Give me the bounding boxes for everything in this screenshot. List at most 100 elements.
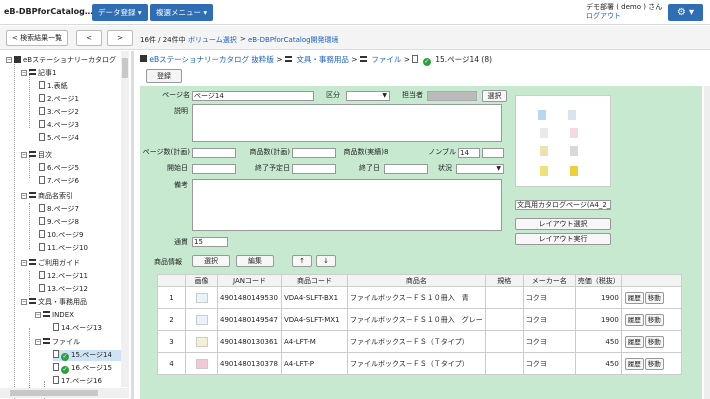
status-select[interactable]: ▼ — [456, 164, 504, 174]
layout-select-button[interactable]: レイアウト選択 — [515, 218, 611, 230]
maker-name: コクヨ — [522, 352, 576, 375]
tree-item[interactable]: 10.ページ9 — [39, 230, 83, 241]
start-date-label: 開始日 — [167, 164, 188, 172]
move-button[interactable]: 移動 — [644, 291, 664, 304]
table-row[interactable]: 4 4901480130378 A4-LFT-P ファイルボックス－ＦＳ（Ｔタイ… — [157, 352, 682, 375]
breadcrumb-sub[interactable]: ファイル — [371, 55, 401, 64]
tree-section[interactable]: − 文具・事務用品 — [21, 297, 87, 308]
check-icon: ✓ — [61, 366, 69, 374]
nonbru-input[interactable]: 14 — [458, 148, 480, 158]
list-icon — [43, 338, 50, 344]
move-button[interactable]: 移動 — [644, 357, 664, 370]
tree-item[interactable]: 9.ページ8 — [39, 217, 79, 228]
history-button[interactable]: 履歴 — [624, 291, 644, 304]
column-header — [157, 274, 186, 287]
kubun-select[interactable]: ▼ — [346, 91, 390, 101]
multi-menu-button[interactable]: 複選メニュー ▾ — [150, 4, 214, 21]
tantou-select-button[interactable]: 選択 — [482, 90, 507, 102]
prev-button[interactable]: < — [76, 30, 102, 46]
page-count-plan-input[interactable] — [192, 148, 236, 158]
end-plan-input[interactable] — [292, 164, 336, 174]
move-button[interactable]: 移動 — [644, 335, 664, 348]
table-row[interactable]: 1 4901480149530 VDA4-SLFT-BX1 ファイルボックス－Ｆ… — [157, 286, 682, 309]
list-icon — [29, 259, 36, 265]
column-header — [620, 274, 682, 287]
check-icon: ✓ — [61, 353, 69, 361]
history-button[interactable]: 履歴 — [624, 357, 644, 370]
item-edit-button[interactable]: 編集 — [236, 255, 274, 267]
jan-code: 4901480149530 — [217, 286, 282, 309]
table-row[interactable]: 2 4901480149547 VDA4-SLFT-MX1 ファイルボックス－Ｆ… — [157, 308, 682, 331]
volume-select-link[interactable]: ボリューム選択 — [188, 35, 237, 45]
tree-item[interactable]: 6.ページ5 — [39, 163, 79, 174]
tree-item[interactable]: 13.ページ12 — [39, 284, 88, 295]
tree-section[interactable]: − ご利用ガイド — [21, 258, 80, 269]
tree-scroll-thumb[interactable] — [122, 58, 128, 78]
data-register-button[interactable]: データ登録 ▾ — [92, 4, 148, 21]
layout-run-button[interactable]: レイアウト実行 — [515, 233, 611, 245]
item-count-plan-input[interactable] — [292, 148, 336, 158]
tree-section[interactable]: − 商品名索引 — [21, 191, 73, 202]
page-name-input[interactable]: ページ14 — [192, 91, 314, 101]
next-button[interactable]: > — [107, 30, 133, 46]
tree-item[interactable]: 17.ページ16 — [53, 376, 102, 387]
end-plan-label: 終了予定日 — [255, 164, 290, 172]
note-textarea[interactable] — [192, 179, 502, 231]
logout-link[interactable]: ログアウト — [586, 12, 662, 21]
settings-button[interactable]: ⚙ ▾ — [668, 4, 703, 21]
breadcrumb-category[interactable]: 文具・事務用品 — [296, 55, 349, 64]
chevron-down-icon: ▼ — [496, 165, 501, 172]
current-env-link[interactable]: eB-DBPforCatalog開発環境 — [248, 35, 339, 45]
tree-item[interactable]: 12.ページ11 — [39, 271, 88, 282]
tree-item[interactable]: 4.ページ3 — [39, 120, 79, 131]
maker-name: コクヨ — [522, 308, 576, 331]
product-name: ファイルボックス－ＦＳ（Ｔタイプ） — [347, 330, 486, 353]
items-table: 画像 JANコード 商品コード 商品名 規格 メーカー名 売価（税抜） 1 49… — [157, 274, 682, 375]
tree-item-selected[interactable]: ✓ 15.ページ14 — [53, 350, 123, 361]
main-vertical-scrollbar[interactable] — [704, 86, 710, 399]
back-to-results-button[interactable]: < 検索結果一覧 — [6, 30, 69, 46]
tree-item[interactable]: 8.ページ7 — [39, 204, 79, 215]
move-button[interactable]: 移動 — [644, 313, 664, 326]
list-icon — [29, 69, 36, 75]
tree-item[interactable]: 7.ページ6 — [39, 176, 79, 187]
tree-root[interactable]: − eBステーショナリーカタログ — [6, 55, 116, 66]
tree-hscroll-thumb[interactable] — [10, 390, 98, 396]
nonbru-sub-input[interactable] — [482, 148, 504, 158]
tree-section[interactable]: − 目次 — [21, 150, 52, 161]
tree-item[interactable]: 11.ページ10 — [39, 243, 88, 254]
pane-divider[interactable] — [131, 51, 134, 399]
tree-section[interactable]: − 記事1 — [21, 68, 56, 79]
column-header: 規格 — [484, 274, 524, 287]
tree-item[interactable]: 1.表紙 — [39, 81, 68, 92]
row-number: 3 — [157, 330, 186, 353]
history-button[interactable]: 履歴 — [624, 335, 644, 348]
end-date-input[interactable] — [384, 164, 428, 174]
history-button[interactable]: 履歴 — [624, 313, 644, 326]
start-date-input[interactable] — [192, 164, 236, 174]
move-down-button[interactable]: ↓ — [316, 255, 336, 267]
document-icon — [39, 107, 45, 115]
item-select-button[interactable]: 選択 — [192, 255, 230, 267]
document-icon — [53, 363, 59, 371]
tree-item[interactable]: 2.ページ1 — [39, 94, 79, 105]
tree-item[interactable]: 14.ページ13 — [53, 323, 102, 334]
row-number: 1 — [157, 286, 186, 309]
item-info-label: 商品情報 — [154, 258, 182, 266]
document-icon — [39, 163, 45, 171]
tsuuban-input[interactable]: 15 — [192, 237, 228, 247]
description-textarea[interactable] — [192, 104, 502, 142]
layout-name-field: 文具用カタログページ(A4_2_6) — [515, 200, 611, 210]
record-count: 16件 / 24件中 — [140, 36, 186, 44]
layout-preview-image — [515, 95, 611, 187]
tree-item[interactable]: ✓ 16.ページ15 — [53, 363, 112, 374]
move-up-button[interactable]: ↑ — [292, 255, 312, 267]
tree-item[interactable]: 5.ページ4 — [39, 133, 79, 144]
register-button[interactable]: 登録 — [146, 69, 182, 83]
tree-subsection[interactable]: − ファイル — [35, 337, 80, 348]
tree-item[interactable]: 3.ページ2 — [39, 107, 79, 118]
table-row[interactable]: 3 4901480130361 A4-LFT-M ファイルボックス－ＦＳ（Ｔタイ… — [157, 330, 682, 353]
tree-subsection[interactable]: − INDEX — [35, 310, 74, 321]
breadcrumb-catalog[interactable]: eBステーショナリーカタログ 抜粋版 — [149, 55, 274, 64]
tree-vertical-scrollbar[interactable] — [121, 51, 129, 387]
